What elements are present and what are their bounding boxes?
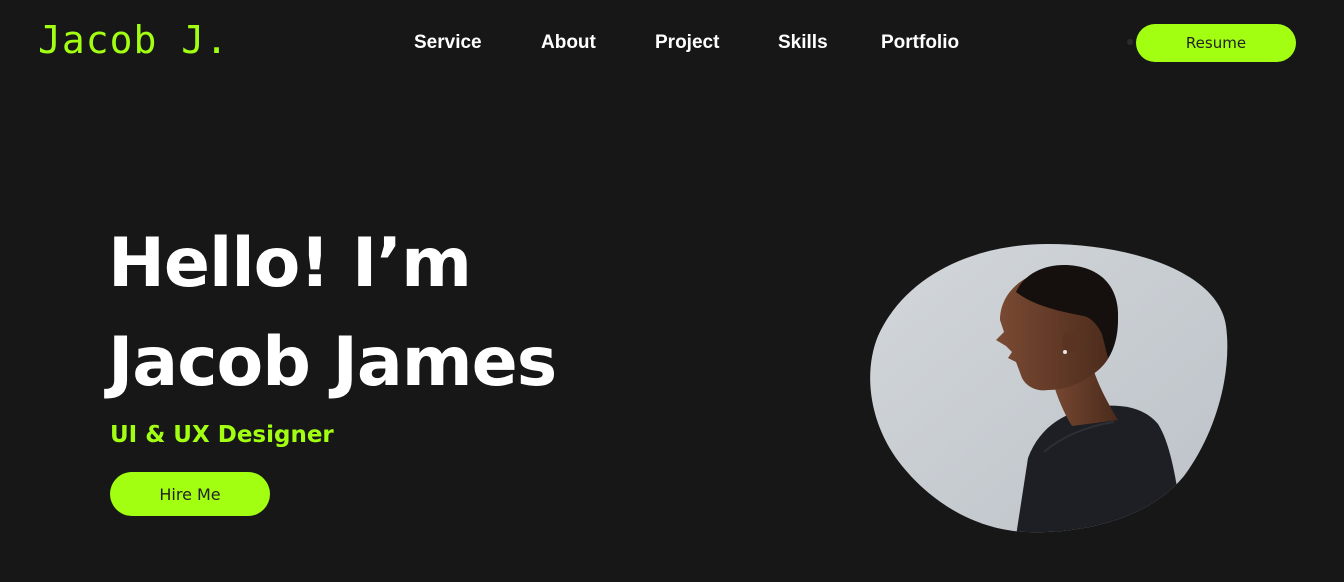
nav-project[interactable]: Project [655, 30, 719, 56]
nav-skills[interactable]: Skills [778, 30, 828, 56]
nav-portfolio[interactable]: Portfolio [881, 30, 959, 56]
hero-greeting: Hello! I’m [108, 224, 472, 303]
nav-about[interactable]: About [541, 30, 596, 56]
nav-service[interactable]: Service [414, 30, 482, 56]
hire-me-button[interactable]: Hire Me [110, 472, 270, 516]
decorative-dot [1127, 39, 1133, 45]
logo[interactable]: Jacob J. [38, 18, 229, 62]
hero-name: Jacob James [108, 323, 557, 402]
resume-button[interactable]: Resume [1136, 24, 1296, 62]
portrait-image [870, 244, 1228, 533]
hero-subtitle: UI & UX Designer [110, 422, 334, 448]
